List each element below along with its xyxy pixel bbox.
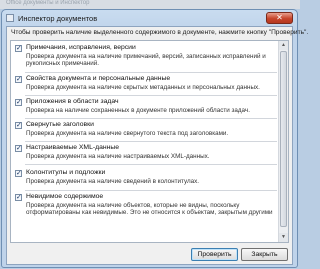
option-description: Проверка документа на наличие скрытых ме…: [26, 84, 260, 91]
checkbox-task-pane-apps[interactable]: ✓: [15, 99, 22, 106]
divider: [25, 95, 277, 96]
dialog-title: Инспектор документов: [18, 14, 98, 23]
option-description: Проверка документа на наличие сведений в…: [26, 178, 200, 185]
checkbox-collapsed-headings[interactable]: ✓: [15, 122, 22, 129]
inspect-button[interactable]: Проверить: [191, 248, 238, 261]
dialog-app-icon: [6, 14, 14, 22]
divider: [25, 164, 277, 165]
scroll-thumb[interactable]: [280, 51, 287, 227]
option-description: Проверка документа на наличие настраивае…: [26, 153, 210, 160]
divider: [25, 118, 277, 119]
window-close-button[interactable]: ✕: [266, 12, 293, 24]
option-title: Невидимое содержимое: [26, 193, 104, 200]
checkbox-custom-xml[interactable]: ✓: [15, 145, 22, 152]
scroll-down-arrow-icon[interactable]: ▼: [279, 233, 288, 242]
inspection-options-list[interactable]: ✓ Примечания, исправления, версии Провер…: [10, 40, 289, 243]
background-app-strip: Office документы и Инспектор: [0, 0, 300, 9]
document-inspector-dialog: Инспектор документов ✕ Чтобы проверить н…: [1, 9, 308, 268]
option-description: Проверка документа на наличие примечаний…: [26, 53, 266, 68]
divider: [25, 190, 277, 191]
scroll-up-arrow-icon[interactable]: ▲: [279, 41, 288, 50]
option-description: Проверка на наличие сохраненных в докуме…: [26, 107, 250, 114]
option-title: Приложения в области задач: [26, 98, 119, 105]
background-app-text: Office документы и Инспектор: [6, 0, 90, 6]
option-title: Свернутые заголовки: [26, 121, 94, 128]
checkbox-headers-footers[interactable]: ✓: [15, 170, 22, 177]
option-title: Настраиваемые XML-данные: [26, 144, 120, 151]
checkbox-document-properties[interactable]: ✓: [15, 76, 22, 83]
dialog-content: Чтобы проверить наличие выделенного соде…: [6, 26, 308, 265]
divider: [25, 72, 277, 73]
instruction-text: Чтобы проверить наличие выделенного соде…: [11, 29, 309, 36]
divider: [25, 141, 277, 142]
close-button[interactable]: Закрыть: [241, 248, 288, 261]
option-description: Проверка документа на наличие свернутого…: [26, 130, 229, 137]
option-description: Проверка документа на наличие объектов, …: [26, 202, 273, 217]
option-title: Примечания, исправления, версии: [26, 44, 136, 51]
checkbox-invisible-content[interactable]: ✓: [15, 194, 22, 201]
option-title: Колонтитулы и подложки: [26, 169, 106, 176]
checkbox-comments-revisions[interactable]: ✓: [15, 45, 22, 52]
list-scrollbar[interactable]: ▲ ▼: [278, 41, 288, 242]
option-title: Свойства документа и персональные данные: [26, 75, 171, 82]
